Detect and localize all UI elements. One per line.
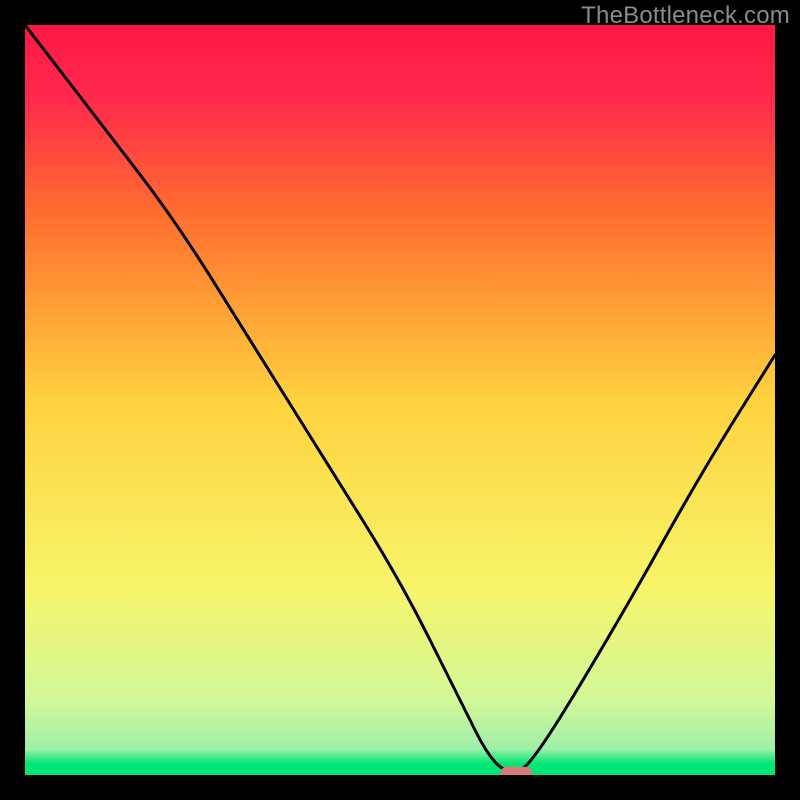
chart-plot — [25, 25, 775, 775]
chart-svg — [25, 25, 775, 775]
optimum-marker — [501, 767, 533, 775]
chart-stage: TheBottleneck.com — [0, 0, 800, 800]
chart-background — [25, 25, 775, 775]
